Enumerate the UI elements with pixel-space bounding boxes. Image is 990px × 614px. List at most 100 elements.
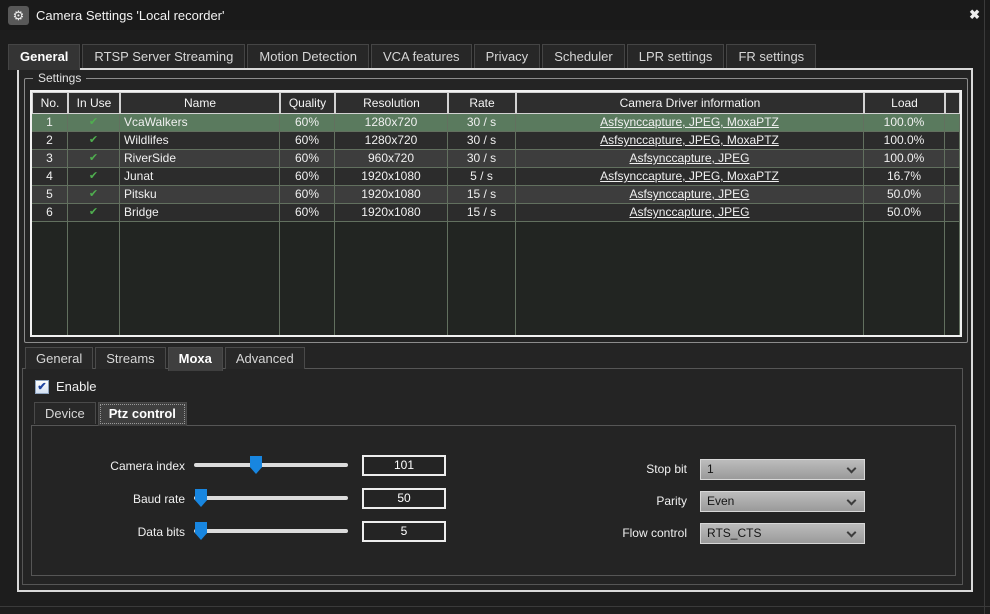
- data-bits-slider[interactable]: [194, 522, 348, 540]
- camera-settings-dialog: ⚙ Camera Settings 'Local recorder' ✖ Gen…: [0, 0, 990, 614]
- cell-spare: [945, 168, 960, 186]
- camera-table: No. In Use Name Quality Resolution Rate …: [30, 90, 962, 337]
- flow-control-label: Flow control: [487, 526, 687, 540]
- cell-rate: 5 / s: [448, 168, 516, 186]
- slider-thumb[interactable]: [195, 489, 207, 507]
- cell-rate: 30 / s: [448, 150, 516, 168]
- camera-index-slider[interactable]: [194, 456, 348, 474]
- subtab-general[interactable]: General: [25, 347, 93, 369]
- in-use-check-icon: ✔: [68, 186, 120, 204]
- parity-dropdown[interactable]: Even: [700, 491, 865, 512]
- cell-spare: [945, 204, 960, 222]
- chevron-down-icon: [847, 496, 857, 506]
- cell-no: 2: [32, 132, 68, 150]
- cell-rate: 15 / s: [448, 204, 516, 222]
- column-header-no[interactable]: No.: [32, 92, 68, 114]
- enable-checkbox[interactable]: ✔ Enable: [35, 379, 96, 394]
- settings-groupbox-label: Settings: [33, 71, 86, 85]
- column-header-in-use[interactable]: In Use: [68, 92, 120, 114]
- stop-bit-label: Stop bit: [487, 462, 687, 476]
- innertab-ptz-control[interactable]: Ptz control: [98, 402, 187, 426]
- cell-load: 100.0%: [864, 114, 945, 132]
- table-header-row: No. In Use Name Quality Resolution Rate …: [32, 92, 960, 114]
- innertab-device[interactable]: Device: [34, 402, 96, 424]
- cell-resolution: 1920x1080: [335, 168, 448, 186]
- subtab-streams[interactable]: Streams: [95, 347, 165, 369]
- camera-index-label: Camera index: [32, 459, 185, 473]
- cell-name: VcaWalkers: [120, 114, 280, 132]
- table-row[interactable]: 3 ✔ RiverSide 60% 960x720 30 / s Asfsync…: [32, 150, 960, 168]
- baud-rate-slider[interactable]: [194, 489, 348, 507]
- in-use-check-icon: ✔: [68, 204, 120, 222]
- slider-thumb[interactable]: [195, 522, 207, 540]
- tab-rtsp-server-streaming[interactable]: RTSP Server Streaming: [82, 44, 245, 68]
- tab-general[interactable]: General: [8, 44, 80, 70]
- tab-fr-settings[interactable]: FR settings: [726, 44, 816, 68]
- table-row[interactable]: 5 ✔ Pitsku 60% 1920x1080 15 / s Asfsyncc…: [32, 186, 960, 204]
- close-icon[interactable]: ✖: [969, 7, 980, 23]
- tab-motion-detection[interactable]: Motion Detection: [247, 44, 369, 68]
- cell-no: 4: [32, 168, 68, 186]
- driver-link[interactable]: Asfsynccapture, JPEG: [629, 151, 749, 165]
- cell-spare: [945, 186, 960, 204]
- in-use-check-icon: ✔: [68, 150, 120, 168]
- table-row[interactable]: 2 ✔ Wildlifes 60% 1280x720 30 / s Asfsyn…: [32, 132, 960, 150]
- settings-groupbox: Settings No. In Use Name Quality Resolut…: [24, 78, 968, 343]
- tab-privacy[interactable]: Privacy: [474, 44, 541, 68]
- in-use-check-icon: ✔: [68, 168, 120, 186]
- subtab-moxa[interactable]: Moxa: [168, 347, 223, 371]
- in-use-check-icon: ✔: [68, 114, 120, 132]
- checkbox-check-icon: ✔: [35, 380, 49, 394]
- column-header-quality[interactable]: Quality: [280, 92, 335, 114]
- baud-rate-value-field[interactable]: 50: [362, 488, 446, 509]
- tab-scheduler[interactable]: Scheduler: [542, 44, 625, 68]
- cell-name: Wildlifes: [120, 132, 280, 150]
- data-bits-label: Data bits: [32, 525, 185, 539]
- cell-quality: 60%: [280, 132, 335, 150]
- cell-quality: 60%: [280, 150, 335, 168]
- column-header-rate[interactable]: Rate: [448, 92, 516, 114]
- data-bits-value-field[interactable]: 5: [362, 521, 446, 542]
- cell-name: Bridge: [120, 204, 280, 222]
- baud-rate-label: Baud rate: [32, 492, 185, 506]
- parity-selected-value: Even: [707, 494, 734, 508]
- column-header-load[interactable]: Load: [864, 92, 945, 114]
- subtab-advanced[interactable]: Advanced: [225, 347, 305, 369]
- flow-control-dropdown[interactable]: RTS_CTS: [700, 523, 865, 544]
- cell-spare: [945, 114, 960, 132]
- cell-no: 3: [32, 150, 68, 168]
- cell-load: 100.0%: [864, 132, 945, 150]
- table-row[interactable]: 4 ✔ Junat 60% 1920x1080 5 / s Asfsynccap…: [32, 168, 960, 186]
- slider-thumb[interactable]: [250, 456, 262, 474]
- stop-bit-selected-value: 1: [707, 462, 714, 476]
- driver-link[interactable]: Asfsynccapture, JPEG: [629, 205, 749, 219]
- camera-sub-tab-bar: General Streams Moxa Advanced: [25, 347, 305, 369]
- in-use-check-icon: ✔: [68, 132, 120, 150]
- column-header-name[interactable]: Name: [120, 92, 280, 114]
- driver-link[interactable]: Asfsynccapture, JPEG, MoxaPTZ: [600, 115, 779, 129]
- tab-vca-features[interactable]: VCA features: [371, 44, 472, 68]
- column-header-driver[interactable]: Camera Driver information: [516, 92, 864, 114]
- cell-quality: 60%: [280, 204, 335, 222]
- cell-rate: 30 / s: [448, 132, 516, 150]
- driver-link[interactable]: Asfsynccapture, JPEG, MoxaPTZ: [600, 169, 779, 183]
- driver-link[interactable]: Asfsynccapture, JPEG: [629, 187, 749, 201]
- parity-label: Parity: [487, 494, 687, 508]
- column-header-resolution[interactable]: Resolution: [335, 92, 448, 114]
- window-title: Camera Settings 'Local recorder': [36, 8, 225, 23]
- cell-rate: 15 / s: [448, 186, 516, 204]
- cell-no: 1: [32, 114, 68, 132]
- cell-resolution: 960x720: [335, 150, 448, 168]
- cell-resolution: 1920x1080: [335, 186, 448, 204]
- tab-lpr-settings[interactable]: LPR settings: [627, 44, 725, 68]
- enable-checkbox-label: Enable: [56, 379, 96, 394]
- driver-link[interactable]: Asfsynccapture, JPEG, MoxaPTZ: [600, 133, 779, 147]
- table-row[interactable]: 1 ✔ VcaWalkers 60% 1280x720 30 / s Asfsy…: [32, 114, 960, 132]
- window-edge: [0, 606, 990, 607]
- cell-quality: 60%: [280, 168, 335, 186]
- stop-bit-dropdown[interactable]: 1: [700, 459, 865, 480]
- table-row[interactable]: 6 ✔ Bridge 60% 1920x1080 15 / s Asfsyncc…: [32, 204, 960, 222]
- cell-name: RiverSide: [120, 150, 280, 168]
- camera-index-value-field[interactable]: 101: [362, 455, 446, 476]
- cell-name: Pitsku: [120, 186, 280, 204]
